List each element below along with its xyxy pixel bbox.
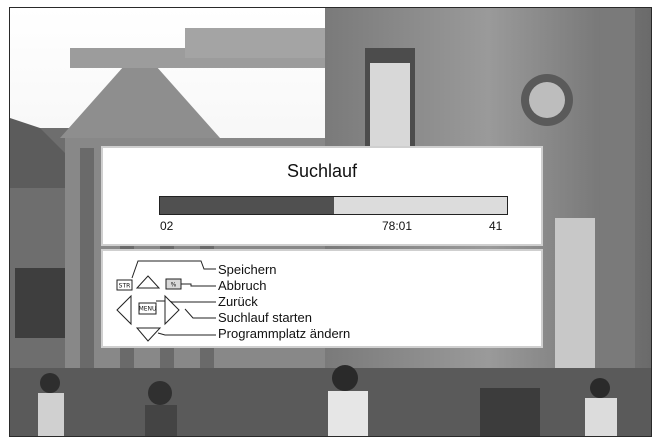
store-key-icon: STR: [116, 279, 133, 291]
help-label-change-channel: Programmplatz ändern: [218, 326, 351, 341]
menu-key-text: MENU: [139, 306, 157, 313]
help-label-cancel: Abbruch: [218, 278, 267, 293]
arrow-left-icon: [116, 294, 132, 326]
tv-screen: Suchlauf 02 78:01 41 STR % MENU Speicher…: [9, 7, 652, 437]
scan-progress-bar: [159, 196, 508, 215]
cancel-key-text: %: [171, 282, 177, 289]
store-key-text: STR: [119, 283, 131, 290]
scan-panel: Suchlauf 02 78:01 41: [101, 146, 543, 246]
menu-key-icon: MENU: [138, 302, 157, 315]
arrow-up-icon: [135, 275, 161, 289]
arrow-right-icon: [164, 294, 180, 326]
frequency-readout: 78:01: [382, 219, 413, 233]
progress-start-label: 02: [160, 219, 174, 233]
scan-progress-fill: [160, 197, 334, 214]
help-label-store: Speichern: [218, 262, 277, 277]
help-panel: STR % MENU Speichern Abbruch Zurück Such: [101, 249, 543, 348]
panel-title: Suchlauf: [286, 161, 358, 181]
help-label-start-scan: Suchlauf starten: [218, 310, 312, 325]
help-label-back: Zurück: [218, 294, 258, 309]
arrow-down-icon: [135, 327, 162, 342]
cancel-key-icon: %: [165, 278, 182, 290]
progress-end-label: 41: [489, 219, 503, 233]
